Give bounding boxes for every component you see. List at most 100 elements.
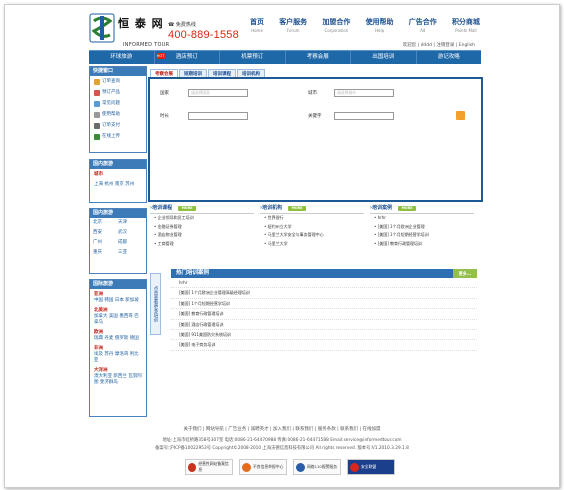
orgs-title: › 培训机构 MORE: [260, 204, 364, 214]
warning-icon: [242, 462, 251, 472]
intl-group: 欧洲 瑞典 丹麦 俄罗斯 德国: [90, 327, 146, 343]
footer-address: 地址:上海市虹桥路358号307室 电话:0086-21-64470988 传真…: [162, 438, 402, 443]
top-nav: 首页 Home 客户服务 Forum 加盟合作 Corporation 使用帮助 Hel…: [250, 17, 480, 33]
city-link[interactable]: 天津: [118, 219, 143, 225]
region-tour-box: 国内旅游 北京 天津 西安 武汉 广州 成都 重庆 三亚: [89, 208, 147, 274]
welcome-bar[interactable]: 欢迎您 | dddd | 注销登录 | English: [403, 42, 475, 48]
intl-group: 非洲 埃及 苏丹 摩洛哥 利比亚: [90, 343, 146, 365]
city-link[interactable]: 三亚: [118, 249, 143, 255]
payment-icon: [94, 122, 100, 129]
date-input[interactable]: [188, 112, 248, 120]
orgs-more-button[interactable]: MORE: [288, 206, 307, 211]
hotline-number: 400-889-1558: [168, 29, 239, 41]
cases-column: › 培训案例 MORE • hrhr • [美国] 1个月欧洲企业管理 • [美国…: [370, 204, 474, 249]
hot-case-item[interactable]: [美国] 1个月短期经营学培训: [171, 299, 477, 310]
quick-window: 快捷窗口 订单查询 预订产品 常见问题 使用帮助 订单支付 在线上传: [89, 66, 147, 153]
list-item[interactable]: • 酒店物业管理: [150, 231, 254, 240]
topnav-points[interactable]: 积分商城 Points Mall: [452, 17, 480, 33]
search-panel: 国家 请选择国家 城市 请选择城市 时长 关键字: [148, 77, 483, 202]
upload-icon: [94, 133, 100, 140]
list-item[interactable]: • hrhr: [370, 214, 474, 223]
city-link[interactable]: 西安: [93, 229, 118, 235]
hot-case-item[interactable]: [美国] 电子商务培训: [171, 340, 477, 351]
brand-name: 恒 泰 网: [118, 17, 164, 30]
city-link[interactable]: 广州: [93, 239, 118, 245]
topnav-join[interactable]: 加盟合作 Corporation: [322, 17, 350, 33]
city-link[interactable]: 北京: [93, 219, 118, 225]
city-label: 城市: [308, 91, 317, 96]
topnav-home[interactable]: 首页 Home: [250, 17, 264, 33]
keyword-input[interactable]: [334, 112, 394, 120]
order-icon: [94, 78, 100, 85]
badge-record[interactable]: 经营性网站备案信息: [185, 459, 233, 475]
main-nav: 环球旅游 HOT 酒店预订 机票预订 考察会展 出国培训 游记攻略: [89, 50, 481, 64]
mainnav-training[interactable]: 出国培训: [351, 51, 417, 64]
list-item[interactable]: • 企业领导和员工培训: [150, 214, 254, 223]
hot-case-item[interactable]: [美国] 教育行政管理培训: [171, 309, 477, 320]
topnav-help[interactable]: 使用帮助 Help: [366, 17, 394, 33]
hot-cases-title: 热门培训案例 更多...: [171, 269, 477, 278]
intl-cities[interactable]: 中国 韩国 日本 新加坡: [94, 297, 142, 303]
cases-title: › 培训案例 MORE: [370, 204, 474, 214]
intl-cities[interactable]: 澳大利亚 新西兰 瓦努阿图 斐济群岛: [94, 373, 142, 385]
intl-cities[interactable]: 瑞典 丹麦 俄罗斯 德国: [94, 335, 142, 341]
footer-badges: 经营性网站备案信息 不良信息举报中心 网络110报警服务 安全联盟: [185, 459, 395, 475]
list-item[interactable]: • 工商管理: [150, 240, 254, 249]
footer-links[interactable]: 关于我们 | 网站导航 | 广告业务 | 诚聘英才 | 加入我们 | 联系我们 …: [5, 426, 559, 432]
list-item[interactable]: • 马里兰大学: [260, 240, 364, 249]
help-icon: [94, 111, 100, 118]
intl-title: 国际旅游: [90, 280, 146, 289]
list-item[interactable]: • 马里兰大学安全与事务管理中心: [260, 231, 364, 240]
badge-police[interactable]: 网络110报警服务: [293, 459, 341, 475]
quick-item-pay[interactable]: 订单支付: [90, 120, 146, 131]
quick-item-book[interactable]: 预订产品: [90, 87, 146, 98]
list-item[interactable]: • [美国] 教育行政管理培训: [370, 240, 474, 249]
keyword-label: 关键字: [308, 114, 322, 119]
mainnav-tour[interactable]: 环球旅游: [89, 51, 155, 64]
courses-more-button[interactable]: MORE: [178, 206, 197, 211]
quick-item-help[interactable]: 使用帮助: [90, 109, 146, 120]
city-link[interactable]: 武汉: [118, 229, 143, 235]
logo-icon[interactable]: [89, 13, 115, 43]
faq-icon: [94, 100, 100, 107]
city-link[interactable]: 重庆: [93, 249, 118, 255]
hot-case-item[interactable]: hrhr: [171, 278, 477, 289]
badge-report[interactable]: 不良信息举报中心: [239, 459, 287, 475]
list-item[interactable]: • [美国] 1个月短期经营学培训: [370, 231, 474, 240]
quick-item-faq[interactable]: 常见问题: [90, 98, 146, 109]
quick-item-orders[interactable]: 订单查询: [90, 76, 146, 87]
list-item[interactable]: • [美国] 1个月欧洲企业管理: [370, 223, 474, 232]
city-input[interactable]: 请选择城市: [334, 89, 394, 97]
list-item[interactable]: • 纽约州立大学: [260, 223, 364, 232]
intl-group: 大洋洲 澳大利亚 新西兰 瓦努阿图 斐济群岛: [94, 368, 142, 385]
city-link[interactable]: 成都: [118, 239, 143, 245]
more-training-vertical-tab[interactable]: 点击查看更多培训: [150, 273, 161, 335]
intl-cities[interactable]: 加拿大 美国 墨西哥 巴拿马: [94, 313, 142, 325]
topnav-service[interactable]: 客户服务 Forum: [279, 17, 307, 33]
topnav-ad[interactable]: 广告合作 Ad: [409, 17, 437, 33]
domestic-title: 国内旅游: [90, 160, 146, 169]
badge-secure[interactable]: 安全联盟: [347, 459, 395, 475]
mainnav-flight[interactable]: 机票预订: [220, 51, 286, 64]
page: 恒 泰 网 INFORMED TOUR ☎ 免费热线 400-889-1558 …: [4, 4, 560, 488]
mainnav-guides[interactable]: 游记攻略: [417, 51, 482, 64]
hot-cases-more-button[interactable]: 更多...: [453, 269, 477, 278]
search-button[interactable]: [456, 111, 465, 120]
quick-window-title: 快捷窗口: [90, 67, 146, 76]
courses-title: › 培训课程 MORE: [150, 204, 254, 214]
mainnav-expo[interactable]: 考察会展: [286, 51, 351, 64]
mainnav-hotel[interactable]: HOT 酒店预订: [155, 51, 220, 64]
hot-case-item[interactable]: [美国] 911美国防灾系统培训: [171, 330, 477, 341]
list-item[interactable]: • 金融证券管理: [150, 223, 254, 232]
police-icon: [296, 462, 305, 472]
product-icon: [94, 89, 100, 96]
hot-case-item[interactable]: [美国] 1个月欧洲企业管理高级经理培训: [171, 288, 477, 299]
quick-item-upload[interactable]: 在线上传: [90, 131, 146, 142]
domestic-cities[interactable]: 上海 杭州 南京 苏州: [90, 179, 146, 189]
hot-case-item[interactable]: [美国] 酒店行政管理培训: [171, 320, 477, 330]
list-item[interactable]: • 世界银行: [260, 214, 364, 223]
cases-more-button[interactable]: MORE: [398, 206, 417, 211]
country-input[interactable]: 请选择国家: [188, 89, 248, 97]
intl-cities[interactable]: 埃及 苏丹 摩洛哥 利比亚: [94, 351, 142, 363]
domestic-tour-box: 国内旅游 城市 上海 杭州 南京 苏州: [89, 159, 147, 203]
